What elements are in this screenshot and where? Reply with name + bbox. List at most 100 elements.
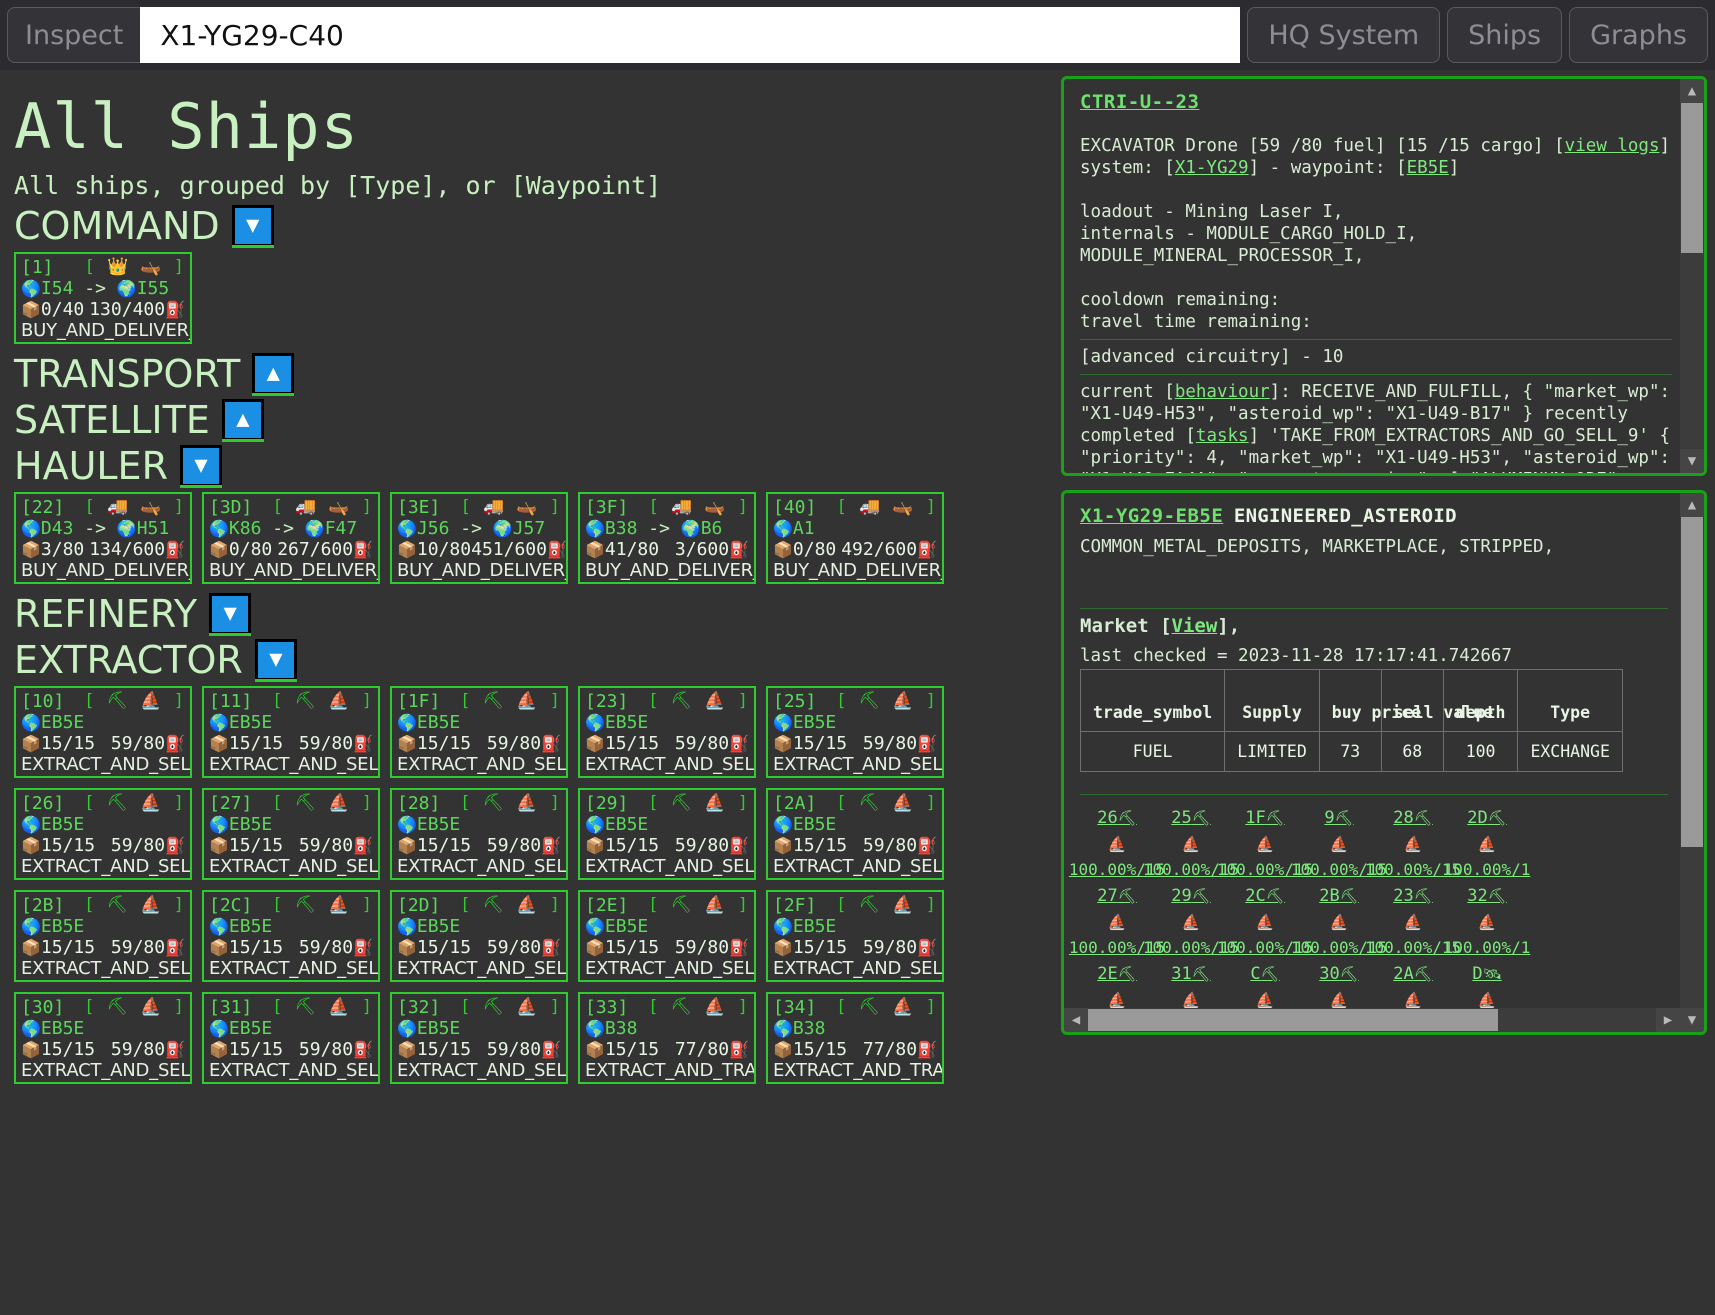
- ship-role-icons: [ ⛏ ⛵ ]: [460, 793, 561, 814]
- behaviour-link[interactable]: behaviour: [1175, 382, 1270, 402]
- waypoint-ship-link[interactable]: 23⛏: [1393, 885, 1433, 907]
- ship-behaviour-line2: "X1-U49-H53", "asteroid_wp": "X1-U49-B17…: [1080, 403, 1672, 425]
- scrollbar-track[interactable]: [1680, 847, 1704, 1008]
- view-logs-link[interactable]: view logs: [1565, 136, 1660, 156]
- waypoint-ship-link[interactable]: 2C⛏: [1245, 885, 1285, 907]
- ship-card[interactable]: [40][ 🚚 🛶 ]🌎A1📦0/80492/600⛽BUY_AND_DELIV…: [766, 492, 944, 584]
- ship-card[interactable]: [1][ 👑 🛶 ]🌎I54 -> 🌍I55📦0/40130/400⛽BUY_A…: [14, 252, 192, 344]
- collapse-toggle-icon[interactable]: ▼: [180, 445, 222, 487]
- ship-card[interactable]: [32][ ⛏ ⛵ ]🌎EB5E📦15/1559/80⛽EXTRACT_AND_…: [390, 992, 568, 1084]
- market-last-checked: last checked = 2023-11-28 17:17:41.74266…: [1080, 645, 1668, 667]
- expand-toggle-icon[interactable]: ▲: [252, 353, 294, 395]
- market-view-link[interactable]: View: [1172, 615, 1218, 637]
- ship-card-stats: 📦15/1559/80⛽: [21, 937, 185, 958]
- ship-card[interactable]: [2B][ ⛏ ⛵ ]🌎EB5E📦15/1559/80⛽EXTRACT_AND_…: [14, 890, 192, 982]
- ship-card[interactable]: [33][ ⛏ ⛵ ]🌎B38📦15/1577/80⛽EXTRACT_AND_T…: [578, 992, 756, 1084]
- waypoint-ship-link[interactable]: 29⛏: [1171, 885, 1211, 907]
- ship-card[interactable]: [11][ ⛏ ⛵ ]🌎EB5E📦15/1559/80⛽EXTRACT_AND_…: [202, 686, 380, 778]
- waypoint-ship-link[interactable]: 25⛏: [1171, 807, 1211, 829]
- collapse-toggle-icon[interactable]: ▼: [255, 639, 297, 681]
- graphs-button[interactable]: Graphs: [1569, 7, 1708, 63]
- waypoint-ship-progress[interactable]: 100.00%/1: [1444, 937, 1531, 959]
- waypoint-ship-link[interactable]: 30⛏: [1319, 963, 1359, 985]
- waypoint-ship-entry[interactable]: 32⛏⛵100.00%/1: [1450, 883, 1524, 961]
- waypoint-ship-link[interactable]: 32⛏: [1467, 885, 1507, 907]
- ship-card[interactable]: [3E][ 🚚 🛶 ]🌎J56 -> 🌍J57📦10/80451/600⛽BUY…: [390, 492, 568, 584]
- fuel-pump-icon: ⛽: [917, 836, 937, 855]
- market-cell: EXCHANGE: [1518, 732, 1622, 772]
- ship-card[interactable]: [26][ ⛏ ⛵ ]🌎EB5E📦15/1559/80⛽EXTRACT_AND_…: [14, 788, 192, 880]
- waypoint-ship-progress[interactable]: 100.00%/1: [1444, 859, 1531, 881]
- waypoint-ship-link[interactable]: 31⛏: [1171, 963, 1211, 985]
- system-link[interactable]: X1-YG29: [1175, 158, 1249, 178]
- waypoint-title[interactable]: X1-YG29-EB5E: [1080, 505, 1223, 527]
- ship-card[interactable]: [29][ ⛏ ⛵ ]🌎EB5E📦15/1559/80⛽EXTRACT_AND_…: [578, 788, 756, 880]
- waypoint-ship-link[interactable]: C⛏: [1250, 963, 1279, 985]
- scroll-up-icon[interactable]: ▲: [1680, 493, 1704, 517]
- scroll-left-icon[interactable]: ◀: [1064, 1008, 1088, 1032]
- market-table: trade_symbolSupplybuy pricesell valuedep…: [1080, 669, 1623, 772]
- scrollbar-thumb[interactable]: [1681, 517, 1703, 847]
- ship-panel-scrollbar[interactable]: ▲ ▼: [1680, 79, 1704, 473]
- ship-card[interactable]: [28][ ⛏ ⛵ ]🌎EB5E📦15/1559/80⛽EXTRACT_AND_…: [390, 788, 568, 880]
- ship-behaviour-label: EXTRACT_AND_SELL: [585, 856, 749, 878]
- sailboat-icon: ⛵: [1182, 911, 1201, 933]
- waypoint-ship-link[interactable]: 9⛏: [1324, 807, 1353, 829]
- collapse-toggle-icon[interactable]: ▼: [232, 205, 274, 247]
- scroll-down-icon[interactable]: ▼: [1680, 1008, 1704, 1032]
- ship-card[interactable]: [2D][ ⛏ ⛵ ]🌎EB5E📦15/1559/80⛽EXTRACT_AND_…: [390, 890, 568, 982]
- scroll-down-icon[interactable]: ▼: [1680, 449, 1704, 473]
- ship-card-stats: 📦41/803/600⛽: [585, 539, 749, 560]
- ship-card[interactable]: [23][ ⛏ ⛵ ]🌎EB5E📦15/1559/80⛽EXTRACT_AND_…: [578, 686, 756, 778]
- waypoint-ship-link[interactable]: 28⛏: [1393, 807, 1433, 829]
- ship-card[interactable]: [3D][ 🚚 🛶 ]🌎K86 -> 🌍F47📦0/80267/600⛽BUY_…: [202, 492, 380, 584]
- page-title: All Ships: [14, 90, 1055, 163]
- ship-id: [23]: [585, 691, 628, 712]
- waypoint-ship-entry[interactable]: 28⛏⛵100.00%/15: [1376, 805, 1450, 883]
- tasks-link[interactable]: tasks: [1196, 426, 1249, 446]
- ship-detail-title[interactable]: CTRI-U--23: [1080, 91, 1672, 113]
- globe-icon: 🌎: [397, 713, 417, 732]
- ship-card[interactable]: [25][ ⛏ ⛵ ]🌎EB5E📦15/1559/80⛽EXTRACT_AND_…: [766, 686, 944, 778]
- waypoint-ship-link[interactable]: 27⛏: [1097, 885, 1137, 907]
- ship-card[interactable]: [1F][ ⛏ ⛵ ]🌎EB5E📦15/1559/80⛽EXTRACT_AND_…: [390, 686, 568, 778]
- waypoint-panel-scrollbar[interactable]: ▲ ▼: [1680, 493, 1704, 1032]
- scroll-up-icon[interactable]: ▲: [1680, 79, 1704, 103]
- fuel-value: 59/80: [111, 733, 165, 754]
- ship-card-top: [28][ ⛏ ⛵ ]: [397, 793, 561, 814]
- scroll-right-icon[interactable]: ▶: [1656, 1008, 1680, 1032]
- waypoint-ship-link[interactable]: 2E⛏: [1097, 963, 1137, 985]
- waypoint-ship-link[interactable]: 2A⛏: [1393, 963, 1433, 985]
- waypoint-ship-link[interactable]: 1F⛏: [1245, 807, 1285, 829]
- waypoint-ship-entry[interactable]: 2D⛏⛵100.00%/1: [1450, 805, 1524, 883]
- hq-system-button[interactable]: HQ System: [1247, 7, 1440, 63]
- ship-card[interactable]: [3F][ 🚚 🛶 ]🌎B38 -> 🌍B6📦41/803/600⛽BUY_AN…: [578, 492, 756, 584]
- ship-behaviour-label: EXTRACT_AND_SELL: [21, 1060, 185, 1082]
- ships-button[interactable]: Ships: [1447, 7, 1562, 63]
- ship-card[interactable]: [30][ ⛏ ⛵ ]🌎EB5E📦15/1559/80⛽EXTRACT_AND_…: [14, 992, 192, 1084]
- address-input[interactable]: [140, 7, 1240, 63]
- waypoint-ship-entry[interactable]: 23⛏⛵100.00%/15: [1376, 883, 1450, 961]
- expand-toggle-icon[interactable]: ▲: [222, 399, 264, 441]
- waypoint-panel-hscrollbar[interactable]: ◀ ▶: [1064, 1008, 1680, 1032]
- ship-card[interactable]: [34][ ⛏ ⛵ ]🌎B38📦15/1577/80⛽EXTRACT_AND_T…: [766, 992, 944, 1084]
- divider: [1080, 374, 1672, 375]
- collapse-toggle-icon[interactable]: ▼: [209, 593, 251, 635]
- ship-card[interactable]: [2A][ ⛏ ⛵ ]🌎EB5E📦15/1559/80⛽EXTRACT_AND_…: [766, 788, 944, 880]
- waypoint-ship-link[interactable]: 2B⛏: [1319, 885, 1359, 907]
- hscrollbar-thumb[interactable]: [1088, 1009, 1498, 1031]
- waypoint-link[interactable]: EB5E: [1407, 158, 1449, 178]
- ship-card[interactable]: [31][ ⛏ ⛵ ]🌎EB5E📦15/1559/80⛽EXTRACT_AND_…: [202, 992, 380, 1084]
- inspect-button[interactable]: Inspect: [7, 7, 140, 63]
- ship-card[interactable]: [2E][ ⛏ ⛵ ]🌎EB5E📦15/1559/80⛽EXTRACT_AND_…: [578, 890, 756, 982]
- ship-card[interactable]: [27][ ⛏ ⛵ ]🌎EB5E📦15/1559/80⛽EXTRACT_AND_…: [202, 788, 380, 880]
- ship-card[interactable]: [2F][ ⛏ ⛵ ]🌎EB5E📦15/1559/80⛽EXTRACT_AND_…: [766, 890, 944, 982]
- scrollbar-thumb[interactable]: [1681, 103, 1703, 253]
- ship-card[interactable]: [10][ ⛏ ⛵ ]🌎EB5E📦15/1559/80⛽EXTRACT_AND_…: [14, 686, 192, 778]
- waypoint-ship-link[interactable]: D🛰: [1472, 963, 1501, 985]
- waypoint-ship-link[interactable]: 26⛏: [1097, 807, 1137, 829]
- ship-card[interactable]: [2C][ ⛏ ⛵ ]🌎EB5E📦15/1559/80⛽EXTRACT_AND_…: [202, 890, 380, 982]
- waypoint-ship-link[interactable]: 2D⛏: [1467, 807, 1507, 829]
- ship-card[interactable]: [22][ 🚚 🛶 ]🌎D43 -> 🌍H51📦3/80134/600⛽BUY_…: [14, 492, 192, 584]
- scrollbar-track[interactable]: [1680, 253, 1704, 449]
